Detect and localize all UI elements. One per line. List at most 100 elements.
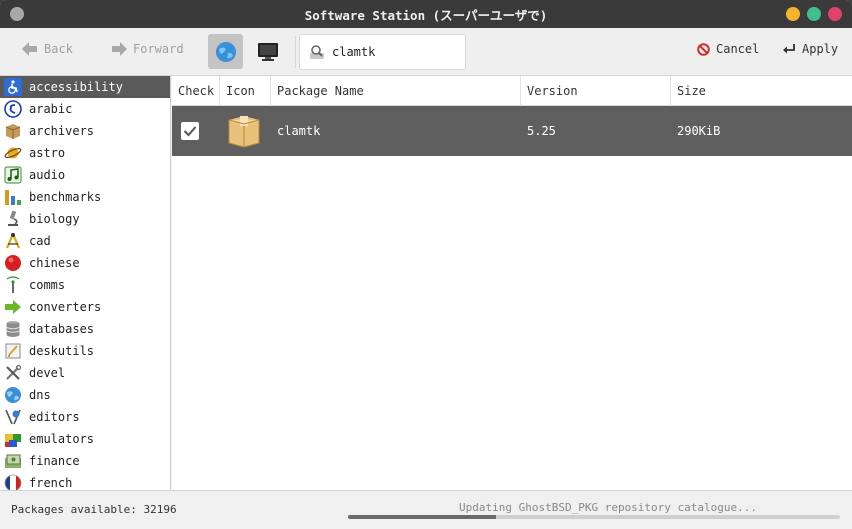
- software-station-window: Software Station (スーパーユーザで) Back Forward: [0, 0, 852, 529]
- icon-cell: [220, 106, 271, 156]
- window-title: Software Station (スーパーユーザで): [304, 7, 548, 23]
- sidebar-item-astro[interactable]: astro: [0, 142, 170, 164]
- sidebar-item-label: converters: [29, 300, 102, 314]
- table-row[interactable]: clamtk 5.25 290KiB: [172, 106, 852, 156]
- sidebar-item-label: benchmarks: [29, 190, 102, 204]
- window-controls: [786, 7, 842, 21]
- close-button[interactable]: [828, 7, 842, 21]
- apply-label: Apply: [802, 42, 839, 56]
- sidebar-item-benchmarks[interactable]: benchmarks: [0, 186, 170, 208]
- checkmark-icon: [183, 126, 197, 137]
- window-menu-icon[interactable]: [10, 7, 24, 21]
- antenna-icon: [6, 276, 20, 293]
- minimize-button[interactable]: [786, 7, 800, 21]
- sidebar-item-emulators[interactable]: emulators: [0, 428, 170, 450]
- sidebar-item-audio[interactable]: audio: [0, 164, 170, 186]
- sidebar-item-converters[interactable]: converters: [0, 296, 170, 318]
- sidebar-item-label: arabic: [29, 102, 73, 116]
- sidebar-item-archivers[interactable]: archivers: [0, 120, 170, 142]
- progress-status-text: Updating GhostBSD_PKG repository catalog…: [459, 501, 758, 514]
- status-bar: Packages available: 32196 Updating Ghost…: [0, 490, 852, 529]
- progress-bar-fill: [348, 515, 496, 519]
- sidebar-item-label: devel: [29, 366, 66, 380]
- table-header: Check Icon Package Name Version Size: [172, 76, 852, 106]
- sidebar-item-french[interactable]: french: [0, 472, 170, 490]
- sidebar-item-label: french: [29, 476, 73, 490]
- sidebar-item-label: comms: [29, 278, 66, 292]
- column-header-size[interactable]: Size: [671, 76, 852, 106]
- arabic-letter-icon: [4, 100, 22, 118]
- sidebar-item-label: databases: [29, 322, 95, 336]
- french-flag-icon: [4, 474, 22, 490]
- tools-icon: [6, 364, 22, 380]
- sidebar-item-label: emulators: [29, 432, 95, 446]
- sidebar-item-dns[interactable]: dns: [0, 384, 170, 406]
- planet-icon: [4, 147, 22, 159]
- cancel-button[interactable]: Cancel: [697, 42, 759, 56]
- sidebar-item-label: finance: [29, 454, 80, 468]
- sidebar-item-label: biology: [29, 212, 80, 226]
- back-button[interactable]: Back: [22, 42, 73, 56]
- red-circle-icon: [5, 255, 21, 271]
- titlebar: Software Station (スーパーユーザで): [0, 0, 852, 28]
- toolbar-separator: [295, 36, 296, 68]
- search-icon: [310, 45, 324, 59]
- money-icon: [5, 454, 21, 468]
- compass-icon: [5, 233, 21, 249]
- globe-icon: [215, 41, 236, 62]
- package-checkbox[interactable]: [181, 122, 199, 140]
- sidebar-item-cad[interactable]: cad: [0, 230, 170, 252]
- forward-button[interactable]: Forward: [111, 42, 184, 56]
- editor-icon: [5, 409, 21, 425]
- column-header-package-name[interactable]: Package Name: [271, 76, 521, 106]
- search-box[interactable]: [299, 34, 466, 70]
- sidebar-item-databases[interactable]: databases: [0, 318, 170, 340]
- sidebar-item-label: astro: [29, 146, 66, 160]
- apply-button[interactable]: Apply: [782, 42, 838, 56]
- sidebar-item-editors[interactable]: editors: [0, 406, 170, 428]
- sidebar-item-label: editors: [29, 410, 80, 424]
- microscope-icon: [8, 210, 18, 226]
- wheelchair-icon: [4, 78, 22, 96]
- category-sidebar: accessibility arabic archivers astro aud…: [0, 76, 171, 490]
- sidebar-item-arabic[interactable]: arabic: [0, 98, 170, 120]
- search-input[interactable]: [332, 45, 452, 59]
- sidebar-item-biology[interactable]: biology: [0, 208, 170, 230]
- column-header-check[interactable]: Check: [172, 76, 220, 106]
- arrow-left-icon: [22, 42, 37, 56]
- monitor-icon: [257, 42, 278, 61]
- notepad-icon: [5, 343, 21, 359]
- installed-packages-button[interactable]: [250, 34, 285, 69]
- back-label: Back: [44, 42, 73, 56]
- package-size-cell: 290KiB: [677, 124, 721, 138]
- sidebar-item-label: accessibility: [29, 80, 123, 94]
- column-header-icon[interactable]: Icon: [220, 76, 271, 106]
- progress-bar: [348, 515, 840, 519]
- sidebar-item-accessibility[interactable]: accessibility: [0, 76, 170, 98]
- column-header-version[interactable]: Version: [521, 76, 671, 106]
- database-icon: [6, 321, 20, 337]
- sidebar-item-chinese[interactable]: chinese: [0, 252, 170, 274]
- check-cell: [172, 106, 220, 156]
- maximize-button[interactable]: [807, 7, 821, 21]
- apply-return-icon: [783, 44, 795, 54]
- sidebar-item-devel[interactable]: devel: [0, 362, 170, 384]
- package-box-icon: [228, 116, 260, 148]
- available-packages-button[interactable]: [208, 34, 243, 69]
- music-note-icon: [4, 166, 22, 184]
- globe-icon: [5, 387, 21, 403]
- cancel-icon: [697, 42, 710, 56]
- forward-label: Forward: [133, 42, 184, 56]
- sidebar-item-label: dns: [29, 388, 51, 402]
- bar-graph-icon: [5, 190, 21, 205]
- sidebar-item-deskutils[interactable]: deskutils: [0, 340, 170, 362]
- sidebar-item-finance[interactable]: finance: [0, 450, 170, 472]
- packages-available-text: Packages available: 32196: [11, 503, 177, 516]
- sidebar-item-label: audio: [29, 168, 66, 182]
- green-arrow-icon: [5, 300, 21, 314]
- game-controller-icon: [5, 434, 21, 447]
- arrow-right-icon: [112, 42, 127, 56]
- sidebar-item-label: deskutils: [29, 344, 95, 358]
- cancel-label: Cancel: [716, 42, 760, 56]
- sidebar-item-comms[interactable]: comms: [0, 274, 170, 296]
